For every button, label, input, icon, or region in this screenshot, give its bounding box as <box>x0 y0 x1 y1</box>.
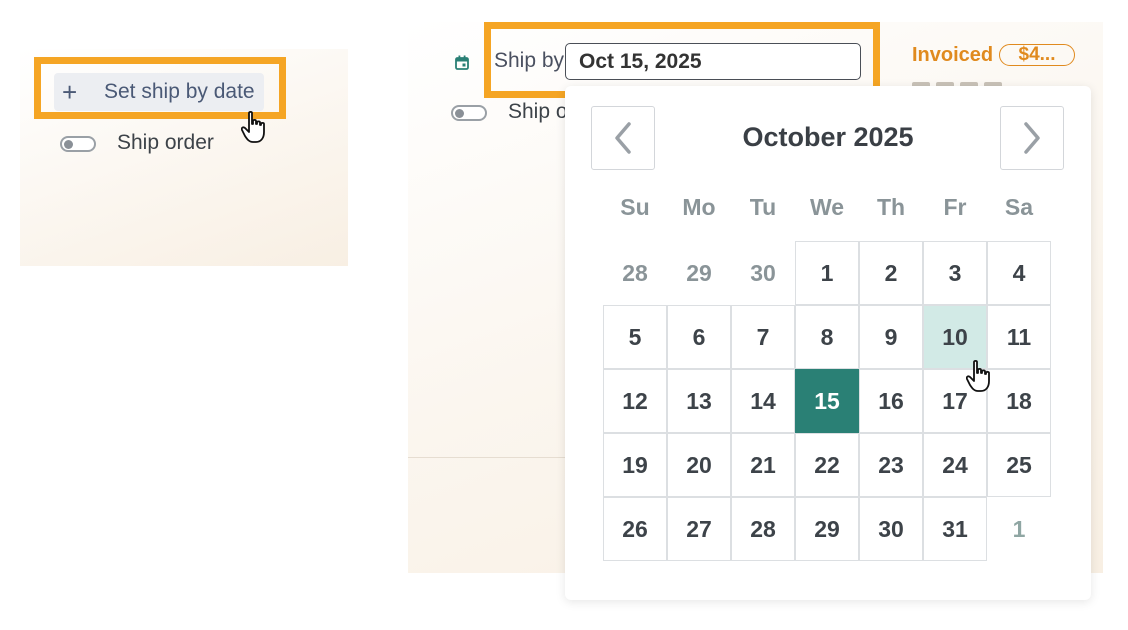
calendar-day[interactable]: 8 <box>795 305 859 369</box>
calendar-day[interactable]: 18 <box>987 369 1051 433</box>
calendar-day[interactable]: 20 <box>667 433 731 497</box>
calendar-day-next-month[interactable]: 1 <box>987 497 1051 561</box>
calendar-day[interactable]: 25 <box>987 433 1051 497</box>
invoiced-label: Invoiced <box>912 44 994 66</box>
calendar-day[interactable]: 22 <box>795 433 859 497</box>
calendar-day-selected[interactable]: 15 <box>795 369 859 433</box>
weekday-header: We <box>809 194 845 220</box>
calendar-day[interactable]: 27 <box>667 497 731 561</box>
calendar-day[interactable]: 6 <box>667 305 731 369</box>
divider <box>408 457 568 458</box>
calendar-day[interactable]: 30 <box>859 497 923 561</box>
chevron-right-icon <box>1024 122 1040 154</box>
calendar-day-prev-month[interactable]: 28 <box>603 241 667 305</box>
calendar-day[interactable]: 26 <box>603 497 667 561</box>
hand-cursor-icon <box>241 110 265 143</box>
calendar-day[interactable]: 5 <box>603 305 667 369</box>
ship-order-label: Ship order <box>117 131 214 154</box>
calendar-day[interactable]: 28 <box>731 497 795 561</box>
hand-cursor-icon <box>966 359 990 392</box>
date-picker-popup: October 2025 Su Mo Tu We Th Fr Sa 28 29 … <box>565 86 1091 600</box>
calendar-day[interactable]: 2 <box>859 241 923 305</box>
calendar-day[interactable]: 23 <box>859 433 923 497</box>
calendar-day[interactable]: 12 <box>603 369 667 433</box>
toggle-knob <box>455 109 464 118</box>
calendar-day[interactable]: 7 <box>731 305 795 369</box>
calendar-day[interactable]: 31 <box>923 497 987 561</box>
invoiced-amount-badge: $4... <box>999 44 1075 66</box>
calendar-day-prev-month[interactable]: 30 <box>731 241 795 305</box>
calendar-day[interactable]: 9 <box>859 305 923 369</box>
ship-order-toggle-right[interactable] <box>451 105 487 121</box>
toggle-knob <box>64 140 73 149</box>
calendar-day[interactable]: 1 <box>795 241 859 305</box>
calendar-day[interactable]: 4 <box>987 241 1051 305</box>
calendar-day[interactable]: 3 <box>923 241 987 305</box>
weekday-header: Sa <box>1004 194 1034 220</box>
calendar-icon <box>455 55 469 70</box>
weekday-header: Fr <box>943 194 967 220</box>
calendar-day[interactable]: 19 <box>603 433 667 497</box>
calendar-day[interactable]: 13 <box>667 369 731 433</box>
calendar-day[interactable]: 16 <box>859 369 923 433</box>
weekday-header: Mo <box>682 194 716 220</box>
weekday-header: Th <box>876 194 906 220</box>
calendar-day[interactable]: 21 <box>731 433 795 497</box>
weekday-header: Tu <box>749 194 777 220</box>
calendar-day-prev-month[interactable]: 29 <box>667 241 731 305</box>
calendar-day[interactable]: 14 <box>731 369 795 433</box>
calendar-day[interactable]: 11 <box>987 305 1051 369</box>
weekday-header: Su <box>620 194 650 220</box>
ship-order-toggle[interactable] <box>60 136 96 152</box>
ship-order-label-right: Ship o <box>508 100 568 123</box>
calendar-day[interactable]: 24 <box>923 433 987 497</box>
calendar-day[interactable]: 29 <box>795 497 859 561</box>
next-month-button[interactable] <box>1000 106 1064 170</box>
